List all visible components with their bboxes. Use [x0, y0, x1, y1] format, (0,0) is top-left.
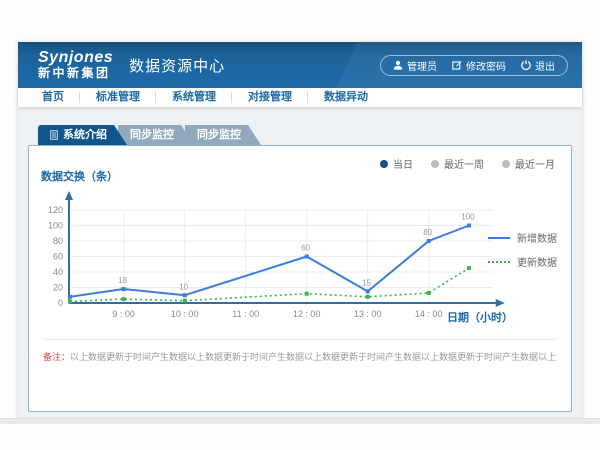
tab-bar: 系统介绍 同步监控 同步监控: [38, 125, 572, 145]
svg-text:13 : 00: 13 : 00: [354, 309, 382, 319]
svg-text:20: 20: [53, 283, 63, 293]
radio-last-week[interactable]: 最近一周: [431, 156, 484, 171]
tab-system-intro[interactable]: 系统介绍: [38, 125, 127, 145]
power-icon: [521, 60, 531, 70]
app-window: Synjones 新中新集团 数据资源中心 管理员 修改密码 退出: [18, 42, 582, 418]
radio-last-month[interactable]: 最近一月: [502, 156, 555, 171]
line-chart: 0 20 40 60 80 100 120 9 : 00 10 : 00 11 : 00 12 : …: [29, 185, 529, 327]
radio-dot: [431, 160, 439, 168]
svg-text:18: 18: [118, 276, 127, 285]
svg-text:100: 100: [461, 213, 475, 222]
legend-label: 新增数据: [517, 230, 557, 245]
footnote-prefix: 备注：: [43, 352, 70, 362]
svg-text:14 : 00: 14 : 00: [415, 309, 443, 319]
logout-button[interactable]: 退出: [521, 58, 555, 73]
svg-text:60: 60: [53, 252, 63, 262]
main-nav: 首页 标准管理 系统管理 对接管理 数据异动: [18, 88, 582, 107]
legend-line-solid-icon: [488, 237, 510, 239]
tab-sync-monitor-2[interactable]: 同步监控: [185, 125, 261, 145]
logo: Synjones 新中新集团: [38, 50, 113, 79]
svg-text:120: 120: [48, 205, 63, 215]
x-axis-title: 日期（小时）: [447, 309, 513, 325]
change-password-label: 修改密码: [466, 58, 506, 73]
logo-text-en: Synjones: [38, 50, 113, 67]
page-title: 数据资源中心: [129, 55, 225, 76]
logo-text-cn: 新中新集团: [38, 67, 113, 80]
svg-text:10 : 00: 10 : 00: [171, 309, 199, 319]
chart-legend: 新增数据 更新数据: [488, 230, 557, 269]
svg-text:15: 15: [362, 278, 371, 287]
nav-item-data-change[interactable]: 数据异动: [308, 88, 384, 107]
content-area: 系统介绍 同步监控 同步监控 当日 最近一周: [18, 107, 582, 412]
tab-label: 同步监控: [197, 125, 241, 145]
change-password-button[interactable]: 修改密码: [452, 58, 506, 73]
tab-sync-monitor-1[interactable]: 同步监控: [118, 125, 194, 145]
svg-text:12 : 00: 12 : 00: [293, 309, 321, 319]
svg-text:11 : 00: 11 : 00: [232, 309, 259, 319]
nav-item-system-mgmt[interactable]: 系统管理: [156, 88, 232, 107]
user-button[interactable]: 管理员: [393, 58, 437, 73]
time-range-options: 当日 最近一周 最近一月: [380, 156, 555, 171]
svg-text:9 : 00: 9 : 00: [112, 309, 135, 319]
user-icon: [393, 60, 403, 70]
svg-text:100: 100: [48, 221, 63, 231]
footnote-text: 以上数据更新于时间产生数据以上数据更新于时间产生数据以上数据更新于时间产生数据以…: [70, 352, 557, 362]
legend-item-new-data: 新增数据: [488, 230, 557, 245]
edit-icon: [452, 60, 462, 70]
chart-panel: 当日 最近一周 最近一月 数据交换（条） 0 20 40 60 80 100 120 9 : …: [28, 145, 572, 412]
legend-label: 更新数据: [517, 254, 557, 269]
radio-dot: [380, 160, 388, 168]
tab-label: 同步监控: [130, 125, 174, 145]
app-header: Synjones 新中新集团 数据资源中心 管理员 修改密码 退出: [18, 42, 582, 88]
svg-text:10: 10: [179, 282, 188, 291]
user-button-label: 管理员: [407, 58, 437, 73]
tab-label: 系统介绍: [63, 125, 107, 145]
nav-item-home[interactable]: 首页: [26, 88, 80, 107]
svg-text:80: 80: [53, 236, 63, 246]
user-actions-group: 管理员 修改密码 退出: [380, 55, 568, 76]
radio-label: 当日: [393, 156, 413, 171]
y-axis-title: 数据交换（条）: [41, 168, 118, 184]
window-bottom-bar: [0, 418, 600, 424]
radio-label: 最近一月: [515, 156, 555, 171]
radio-dot: [502, 160, 510, 168]
page: Synjones 新中新集团 数据资源中心 管理员 修改密码 退出: [0, 0, 600, 450]
svg-text:0: 0: [58, 298, 63, 308]
legend-item-updated-data: 更新数据: [488, 254, 557, 269]
nav-item-standard-mgmt[interactable]: 标准管理: [80, 88, 156, 107]
svg-text:40: 40: [53, 267, 63, 277]
svg-text:60: 60: [301, 244, 310, 253]
legend-line-dotted-icon: [488, 261, 510, 263]
panel-divider: [43, 339, 557, 340]
nav-item-interface-mgmt[interactable]: 对接管理: [232, 88, 308, 107]
svg-text:80: 80: [423, 228, 432, 237]
logout-label: 退出: [535, 58, 555, 73]
document-icon: [50, 130, 58, 140]
radio-label: 最近一周: [444, 156, 484, 171]
radio-today[interactable]: 当日: [380, 156, 413, 171]
footnote: 备注：以上数据更新于时间产生数据以上数据更新于时间产生数据以上数据更新于时间产生…: [43, 350, 557, 363]
